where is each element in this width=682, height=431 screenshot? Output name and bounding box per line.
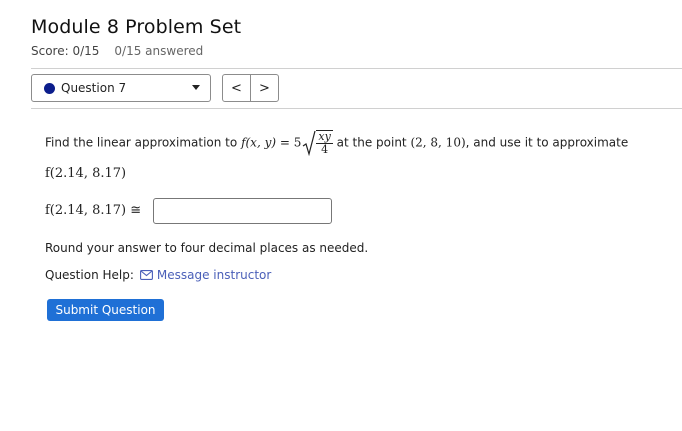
question-select-label: Question 7 bbox=[61, 81, 127, 95]
next-question-button[interactable]: > bbox=[250, 75, 278, 101]
problem-statement: Find the linear approximation to f(x, y)… bbox=[45, 130, 629, 157]
question-status-dot bbox=[44, 82, 55, 94]
approx-symbol: ≅ bbox=[130, 203, 142, 218]
message-instructor-label: Message instructor bbox=[156, 268, 272, 282]
square-root: xy 4 bbox=[302, 130, 333, 157]
previous-question-button[interactable]: < bbox=[223, 75, 250, 101]
submit-question-button[interactable]: Submit Question bbox=[47, 299, 164, 321]
radical-sign bbox=[303, 130, 316, 157]
fraction: xy 4 bbox=[316, 130, 333, 156]
problem-intro: Find the linear approximation to bbox=[45, 135, 238, 150]
function-lhs: f(x, y) bbox=[241, 135, 277, 150]
target-expression: f(2.14, 8.17) bbox=[45, 166, 127, 181]
fraction-denominator: 4 bbox=[321, 143, 329, 156]
rounding-instructions: Round your answer to four decimal places… bbox=[45, 241, 369, 255]
divider-top bbox=[31, 68, 682, 69]
question-nav-buttons: < > bbox=[222, 74, 279, 102]
divider-bottom bbox=[31, 108, 682, 109]
caret-down-icon bbox=[192, 85, 200, 90]
coefficient: 5 bbox=[293, 135, 302, 150]
question-help-label: Question Help: bbox=[45, 268, 134, 282]
problem-tail: , and use it to approximate bbox=[465, 135, 629, 150]
score-text: Score: 0/15 bbox=[31, 44, 100, 58]
answer-expression: f(2.14, 8.17) bbox=[45, 203, 127, 218]
page-title: Module 8 Problem Set bbox=[31, 16, 242, 38]
answer-label: f(2.14, 8.17) ≅ bbox=[45, 203, 141, 218]
question-select[interactable]: Question 7 bbox=[31, 74, 211, 102]
question-help: Question Help: Message instructor bbox=[45, 268, 271, 282]
equals-sign: = bbox=[279, 135, 290, 150]
at-point-text: at the point bbox=[336, 135, 407, 150]
envelope-icon bbox=[139, 270, 153, 280]
answered-count: 0/15 answered bbox=[114, 44, 204, 58]
message-instructor-link[interactable]: Message instructor bbox=[139, 268, 272, 282]
point-value: (2, 8, 10) bbox=[410, 135, 466, 150]
answer-input[interactable] bbox=[153, 198, 332, 224]
score-summary: Score: 0/15 0/15 answered bbox=[31, 44, 203, 58]
